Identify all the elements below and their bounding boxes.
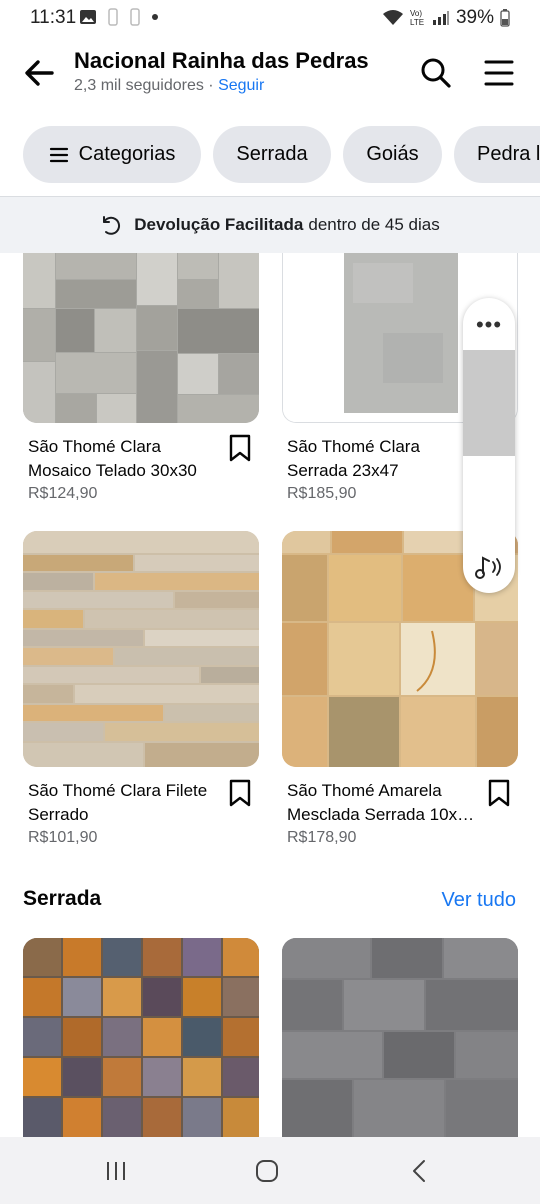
- section-title: Serrada: [23, 887, 102, 910]
- back-nav-icon[interactable]: [410, 1159, 428, 1183]
- chip-goias[interactable]: Goiás: [343, 126, 442, 183]
- chip-label: Goiás: [366, 143, 419, 165]
- product-price: R$124,90: [28, 485, 98, 502]
- product-price: R$101,90: [28, 829, 98, 846]
- banner-bold: Devolução Facilitada: [134, 215, 304, 234]
- dot-icon: [152, 14, 158, 20]
- page-header: Nacional Rainha das Pedras 2,3 mil segui…: [0, 36, 540, 114]
- page-subtitle: 2,3 mil seguidores · Seguir: [74, 77, 264, 95]
- chip-pedra[interactable]: Pedra l: [454, 126, 540, 183]
- arrow-left-icon[interactable]: [22, 56, 56, 90]
- see-all-link[interactable]: Ver tudo: [441, 889, 516, 912]
- more-dots-icon[interactable]: •••: [463, 312, 515, 338]
- product-title[interactable]: São Thomé Clara Filete Serrado: [28, 779, 218, 827]
- battery-percent: 39%: [455, 7, 494, 28]
- chip-label: Categorias: [78, 143, 176, 165]
- return-arrow-icon: [103, 216, 121, 235]
- system-nav-bar: [0, 1137, 540, 1204]
- status-time: 11:31: [30, 7, 77, 28]
- app-notification-icon-2: [130, 8, 140, 26]
- chip-label: Serrada: [236, 143, 308, 165]
- list-icon: [49, 147, 68, 162]
- product-title[interactable]: São Thomé Amarela Mesclada Serrada 10x…: [287, 779, 477, 827]
- follow-link[interactable]: Seguir: [218, 77, 264, 94]
- product-title[interactable]: São Thomé Clara Serrada 23x47: [287, 435, 477, 483]
- product-price: R$185,90: [287, 485, 357, 502]
- status-right: Vo) LTE 39%: [382, 7, 510, 29]
- hamburger-menu-icon[interactable]: [483, 58, 515, 88]
- bookmark-icon[interactable]: [229, 434, 251, 462]
- product-price: R$178,90: [287, 829, 357, 846]
- notification-icons: [79, 8, 159, 26]
- search-icon[interactable]: [419, 56, 453, 90]
- network-label: Vo) LTE: [409, 9, 425, 27]
- floating-media-panel[interactable]: •••: [463, 298, 515, 593]
- battery-icon: [500, 9, 510, 27]
- bookmark-icon[interactable]: [488, 779, 510, 807]
- signal-icon: [432, 11, 449, 25]
- subtitle-separator: ·: [203, 77, 219, 94]
- return-policy-banner: Devolução Facilitada dentro de 45 dias: [0, 197, 540, 253]
- chip-serrada[interactable]: Serrada: [213, 126, 331, 183]
- product-image[interactable]: [23, 253, 259, 423]
- product-image[interactable]: [23, 938, 259, 1137]
- product-title[interactable]: São Thomé Clara Mosaico Telado 30x30: [28, 435, 218, 483]
- status-bar: 11:31 Vo) LTE 39%: [0, 0, 540, 36]
- app-notification-icon: [108, 8, 118, 26]
- banner-text: dentro de 45 dias: [308, 215, 440, 234]
- home-icon[interactable]: [255, 1159, 279, 1183]
- followers-count: 2,3 mil seguidores: [74, 77, 204, 94]
- wifi-icon: [382, 10, 403, 25]
- recent-apps-icon[interactable]: [104, 1160, 128, 1182]
- product-image[interactable]: [282, 938, 518, 1137]
- bookmark-icon[interactable]: [229, 779, 251, 807]
- chip-categorias[interactable]: Categorias: [23, 126, 201, 183]
- gallery-icon: [80, 10, 96, 24]
- page-title[interactable]: Nacional Rainha das Pedras: [74, 48, 369, 74]
- volume-bar[interactable]: [463, 350, 515, 456]
- audio-note-icon[interactable]: [473, 553, 505, 581]
- product-image[interactable]: [23, 531, 259, 767]
- category-chips: Categorias Serrada Goiás Pedra l: [0, 126, 540, 184]
- chip-label: Pedra l: [477, 143, 540, 165]
